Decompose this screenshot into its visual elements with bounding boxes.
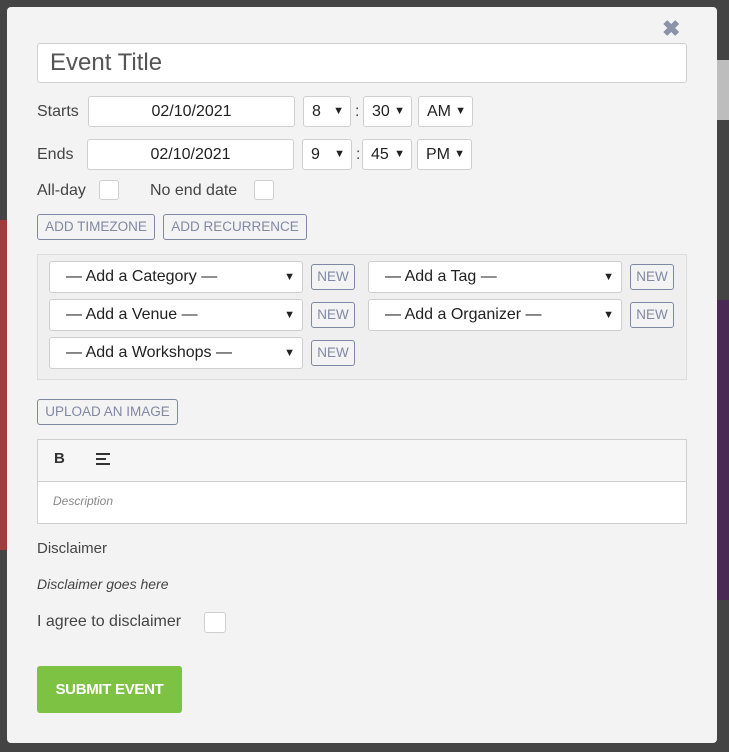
starts-label: Starts xyxy=(37,103,79,120)
submit-event-button[interactable]: SUBMIT EVENT xyxy=(37,666,182,713)
category-select-value: — Add a Category — xyxy=(66,268,218,285)
time-separator: : xyxy=(356,146,361,163)
time-separator: : xyxy=(355,103,360,120)
event-title-input[interactable]: Event Title xyxy=(37,43,687,83)
workshops-select[interactable]: — Add a Workshops — ▼ xyxy=(49,337,303,369)
category-select[interactable]: — Add a Category — ▼ xyxy=(49,261,303,293)
upload-image-button[interactable]: UPLOAD AN IMAGE xyxy=(37,399,178,425)
editor-toolbar: B xyxy=(38,440,686,482)
start-hour-select[interactable]: 8 ▼ xyxy=(303,96,351,127)
end-hour-value: 9 xyxy=(311,146,320,163)
venue-select[interactable]: — Add a Venue — ▼ xyxy=(49,299,303,331)
tag-select-value: — Add a Tag — xyxy=(385,268,497,285)
organizer-select-value: — Add a Organizer — xyxy=(385,306,542,323)
start-date-input[interactable]: 02/10/2021 xyxy=(88,96,295,127)
chevron-down-icon: ▼ xyxy=(394,148,405,160)
event-submission-modal: ✖ Event Title Starts 02/10/2021 8 ▼ : 30… xyxy=(7,7,717,743)
description-placeholder: Description xyxy=(53,494,114,508)
end-date-input[interactable]: 02/10/2021 xyxy=(87,139,294,170)
new-tag-button[interactable]: NEW xyxy=(630,264,674,290)
chevron-down-icon: ▼ xyxy=(284,347,295,359)
end-minute-value: 45 xyxy=(371,146,389,163)
disclaimer-heading: Disclaimer xyxy=(37,540,108,557)
chevron-down-icon: ▼ xyxy=(333,105,344,117)
bold-button[interactable]: B xyxy=(54,450,65,467)
chevron-down-icon: ▼ xyxy=(603,309,614,321)
tag-select[interactable]: — Add a Tag — ▼ xyxy=(368,261,622,293)
start-hour-value: 8 xyxy=(312,103,321,120)
ends-label: Ends xyxy=(37,146,74,163)
end-ampm-select[interactable]: PM ▼ xyxy=(417,139,472,170)
venue-select-value: — Add a Venue — xyxy=(66,306,198,323)
start-ampm-select[interactable]: AM ▼ xyxy=(418,96,473,127)
no-end-date-checkbox[interactable] xyxy=(254,180,274,200)
disclaimer-text: Disclaimer goes here xyxy=(37,576,169,592)
workshops-select-value: — Add a Workshops — xyxy=(66,344,232,361)
chevron-down-icon: ▼ xyxy=(334,148,345,160)
background-image-right xyxy=(715,300,729,600)
no-end-date-label: No end date xyxy=(150,182,238,199)
agree-disclaimer-label: I agree to disclaimer xyxy=(37,613,182,630)
add-recurrence-button[interactable]: ADD RECURRENCE xyxy=(163,214,307,240)
agree-disclaimer-checkbox[interactable] xyxy=(204,612,226,633)
description-editor[interactable]: B Description xyxy=(37,439,687,524)
align-left-icon[interactable] xyxy=(96,453,112,467)
chevron-down-icon: ▼ xyxy=(455,105,466,117)
taxonomy-selectors: — Add a Category — ▼ NEW — Add a Tag — ▼… xyxy=(37,254,687,380)
start-ampm-value: AM xyxy=(427,103,451,120)
new-workshops-button[interactable]: NEW xyxy=(311,340,355,366)
end-hour-select[interactable]: 9 ▼ xyxy=(302,139,352,170)
end-minute-select[interactable]: 45 ▼ xyxy=(362,139,412,170)
start-minute-value: 30 xyxy=(372,103,390,120)
add-timezone-button[interactable]: ADD TIMEZONE xyxy=(37,214,155,240)
allday-checkbox[interactable] xyxy=(99,180,119,200)
close-icon[interactable]: ✖ xyxy=(662,18,680,40)
chevron-down-icon: ▼ xyxy=(603,271,614,283)
start-minute-select[interactable]: 30 ▼ xyxy=(363,96,412,127)
chevron-down-icon: ▼ xyxy=(454,148,465,160)
organizer-select[interactable]: — Add a Organizer — ▼ xyxy=(368,299,622,331)
new-venue-button[interactable]: NEW xyxy=(311,302,355,328)
background-image-top-right xyxy=(715,60,729,120)
chevron-down-icon: ▼ xyxy=(284,271,295,283)
chevron-down-icon: ▼ xyxy=(394,105,405,117)
new-organizer-button[interactable]: NEW xyxy=(630,302,674,328)
allday-label: All-day xyxy=(37,182,86,199)
end-ampm-value: PM xyxy=(426,146,450,163)
chevron-down-icon: ▼ xyxy=(284,309,295,321)
new-category-button[interactable]: NEW xyxy=(311,264,355,290)
